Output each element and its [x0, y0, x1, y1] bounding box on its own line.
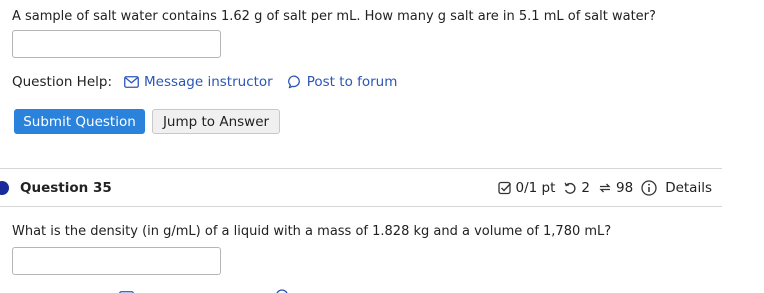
post-to-forum-link[interactable]: Post to forum	[287, 74, 398, 90]
message-instructor-label: Message instructor	[144, 74, 273, 90]
jump-to-answer-button[interactable]: Jump to Answer	[152, 109, 280, 134]
question-help-row: Question Help: Message instructor Post t…	[12, 74, 397, 90]
attempts-count: 98	[616, 180, 634, 196]
previous-question-text: A sample of salt water contains 1.62 g o…	[12, 9, 656, 24]
post-to-forum-label: Post to forum	[306, 74, 398, 90]
attempts-icon	[599, 183, 611, 193]
envelope-icon	[124, 76, 139, 88]
question-title: Question 35	[20, 180, 112, 196]
question-divider-bottom	[0, 206, 722, 207]
score-text: 0/1 pt	[515, 180, 556, 196]
question-help-label: Question Help:	[12, 74, 112, 90]
details-label: Details	[665, 180, 712, 196]
question-meta: 0/1 pt 2 98 Details	[497, 180, 712, 196]
details-button[interactable]: Details	[641, 180, 712, 196]
retries-count: 2	[581, 180, 590, 196]
question-text: What is the density (in g/mL) of a liqui…	[12, 224, 612, 239]
question-status-indicator	[0, 181, 9, 195]
score-checkbox-icon	[497, 181, 511, 195]
speech-bubble-icon-peek	[275, 288, 289, 293]
question-divider-top	[0, 168, 722, 169]
answer-input[interactable]	[12, 247, 221, 275]
envelope-icon-peek	[119, 288, 134, 293]
info-icon	[641, 180, 657, 196]
speech-bubble-icon	[287, 75, 300, 89]
previous-answer-input[interactable]	[12, 30, 221, 58]
retry-icon	[564, 182, 576, 194]
message-instructor-link[interactable]: Message instructor	[124, 74, 273, 90]
submit-question-button[interactable]: Submit Question	[14, 109, 145, 134]
